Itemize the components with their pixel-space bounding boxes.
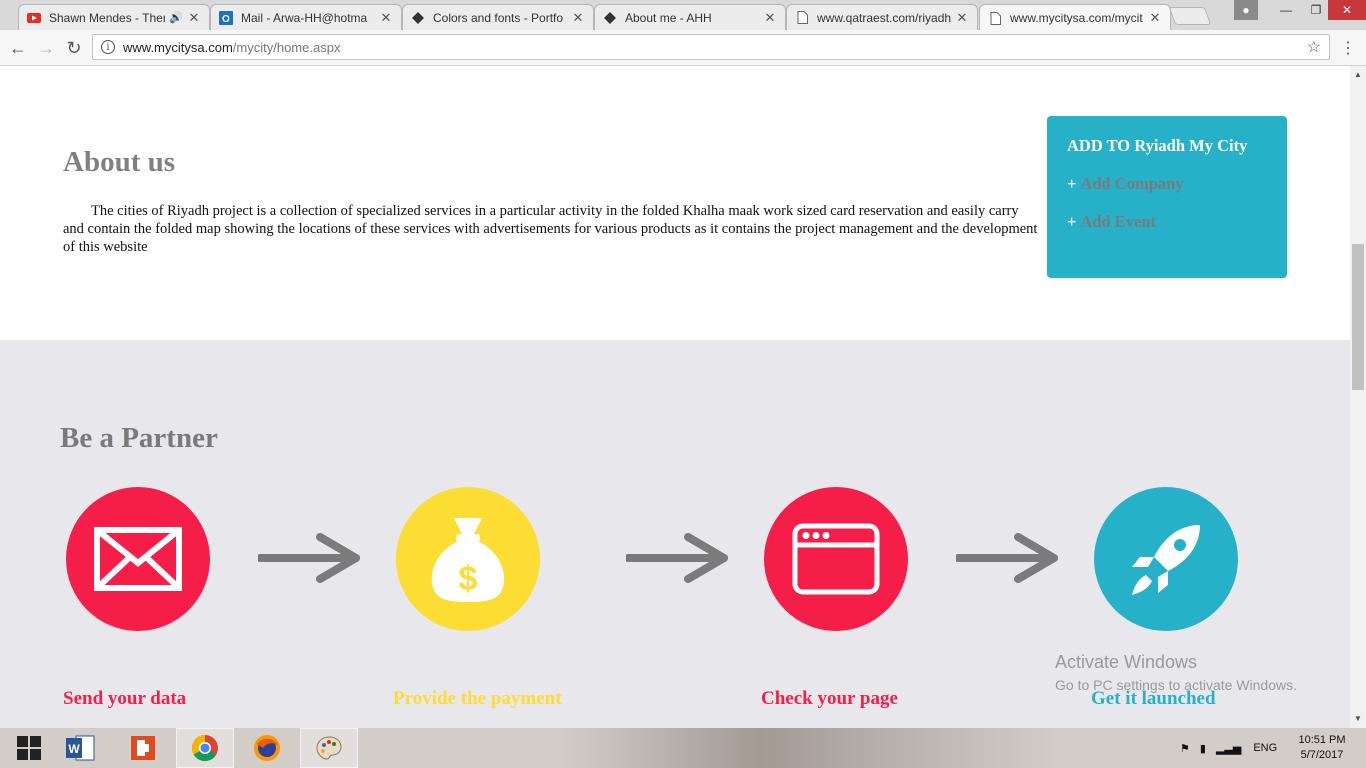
- tab-title: Shawn Mendes - Ther: [49, 10, 166, 25]
- about-title: About us: [63, 146, 176, 178]
- bookmark-star-icon[interactable]: ☆: [1307, 37, 1321, 57]
- taskbar-clock[interactable]: 10:51 PM 5/7/2017: [1290, 733, 1354, 763]
- audio-playing-icon[interactable]: 🔊: [169, 11, 183, 24]
- step-label-check-page: Check your page: [761, 688, 898, 709]
- tab-close-icon[interactable]: ✕: [379, 10, 393, 26]
- add-event-link[interactable]: + Add Event: [1067, 212, 1267, 232]
- rocket-icon: [1132, 525, 1200, 595]
- forward-button[interactable]: →: [34, 36, 58, 60]
- arrow-right-icon: [258, 533, 360, 583]
- partner-title: Be a Partner: [60, 422, 218, 454]
- word-icon: W: [66, 735, 95, 761]
- chrome-menu-icon[interactable]: ⋮: [1340, 38, 1356, 58]
- activate-windows-watermark: Activate Windows Go to PC settings to ac…: [1055, 652, 1297, 693]
- arrow-right-icon: [626, 533, 728, 583]
- url-host: www.mycitysa.com: [123, 39, 233, 55]
- address-bar[interactable]: i www.mycitysa.com/mycity/home.aspx ☆: [92, 34, 1330, 60]
- tab-close-icon[interactable]: ✕: [1148, 10, 1162, 26]
- activate-windows-line2: Go to PC settings to activate Windows.: [1055, 677, 1297, 693]
- back-button[interactable]: ←: [6, 36, 30, 60]
- language-indicator[interactable]: ENG: [1253, 742, 1277, 754]
- vertical-scrollbar[interactable]: ▲ ▼: [1350, 66, 1366, 728]
- network-signal-icon[interactable]: ▂▃▅: [1216, 742, 1241, 755]
- page-icon: [795, 11, 809, 25]
- scroll-up-icon[interactable]: ▲: [1354, 70, 1362, 79]
- paint-palette-icon: [316, 736, 342, 760]
- window-close-button[interactable]: ✕: [1328, 0, 1366, 20]
- system-tray: ⚑ ▮ ▂▃▅ ENG: [1180, 728, 1277, 768]
- send-data-step: [66, 487, 210, 631]
- tab-qatraest[interactable]: www.qatraest.com/riyadh ✕: [786, 4, 978, 30]
- tab-colors-fonts[interactable]: Colors and fonts - Portfo ✕: [402, 4, 594, 30]
- word-taskbar-button[interactable]: W: [52, 728, 110, 768]
- windows-logo-icon: [17, 736, 41, 760]
- add-to-city-box: ADD TO Ryiadh My City + Add Company + Add …: [1047, 116, 1287, 278]
- minimize-button[interactable]: —: [1270, 0, 1302, 20]
- outlook-icon: O: [219, 10, 233, 25]
- office-icon: [131, 736, 155, 760]
- start-button[interactable]: [0, 728, 58, 768]
- step-label-send-data: Send your data: [63, 688, 187, 709]
- office-taskbar-button[interactable]: [114, 728, 172, 768]
- chrome-taskbar-button[interactable]: [176, 728, 234, 768]
- info-icon[interactable]: i: [101, 40, 115, 54]
- tab-mycitysa[interactable]: www.mycitysa.com/mycit ✕: [979, 4, 1171, 31]
- battery-icon[interactable]: ▮: [1200, 742, 1206, 755]
- tab-youtube[interactable]: Shawn Mendes - Ther 🔊 ✕: [18, 4, 210, 30]
- tab-about-me[interactable]: About me - AHH ✕: [594, 4, 786, 30]
- tab-title: www.qatraest.com/riyadh: [817, 10, 951, 25]
- svg-text:W: W: [68, 742, 80, 756]
- step-label-payment: Provide the payment: [393, 688, 562, 709]
- url-path: /mycity/home.aspx: [232, 39, 341, 55]
- action-center-flag-icon[interactable]: ⚑: [1180, 742, 1190, 755]
- new-tab-button[interactable]: [1168, 7, 1212, 25]
- launch-step: [1094, 487, 1238, 631]
- taskbar-wallpaper: [560, 728, 1060, 768]
- tab-title: www.mycitysa.com/mycit: [1010, 11, 1143, 25]
- page-icon: [988, 11, 1002, 25]
- tab-title: About me - AHH: [625, 10, 712, 25]
- clock-time: 10:51 PM: [1298, 734, 1346, 746]
- tab-title: Colors and fonts - Portfo: [433, 10, 564, 25]
- paint-taskbar-button[interactable]: [300, 728, 358, 768]
- reload-button[interactable]: ↻: [62, 36, 86, 60]
- firefox-taskbar-button[interactable]: [238, 728, 296, 768]
- arrow-right-icon: [956, 533, 1058, 583]
- svg-text:$: $: [459, 560, 478, 598]
- scroll-down-icon[interactable]: ▼: [1354, 714, 1362, 723]
- money-bag-icon: $: [431, 518, 505, 602]
- add-box-title: ADD TO Ryiadh My City: [1067, 136, 1248, 155]
- about-text: The cities of Riyadh project is a collec…: [63, 203, 1038, 255]
- add-company-link[interactable]: + Add Company: [1067, 174, 1267, 194]
- firefox-icon: [254, 735, 280, 761]
- activate-windows-line1: Activate Windows: [1055, 652, 1198, 672]
- clock-date: 5/7/2017: [1300, 749, 1344, 761]
- tab-mail[interactable]: O Mail - Arwa-HH@hotma ✕: [210, 4, 402, 30]
- site-icon: [411, 11, 425, 25]
- tab-title: Mail - Arwa-HH@hotma: [241, 10, 368, 25]
- user-profile-icon[interactable]: ●: [1234, 0, 1258, 20]
- payment-step: $: [396, 487, 540, 631]
- chrome-icon: [191, 734, 218, 762]
- tab-close-icon[interactable]: ✕: [571, 10, 585, 26]
- svg-text:O: O: [222, 14, 230, 25]
- envelope-icon: [94, 527, 182, 591]
- tab-close-icon[interactable]: ✕: [955, 10, 969, 26]
- page-viewport: About us The cities of Riyadh project is…: [0, 66, 1350, 728]
- site-icon: [603, 11, 617, 25]
- windows-taskbar: W ⚑ ▮ ▂▃▅ ENG 10:51 PM 5/7/2017: [0, 728, 1366, 768]
- youtube-icon: [27, 11, 41, 25]
- browser-toolbar: ← → ↻ i www.mycitysa.com/mycity/home.asp…: [0, 30, 1366, 66]
- tab-close-icon[interactable]: ✕: [187, 10, 201, 26]
- browser-tab-strip: Shawn Mendes - Ther 🔊 ✕ O Mail - Arwa-HH…: [0, 0, 1366, 31]
- check-page-step: [764, 487, 908, 631]
- tab-close-icon[interactable]: ✕: [763, 10, 777, 26]
- browser-window-icon: [792, 523, 880, 595]
- scrollbar-thumb[interactable]: [1352, 244, 1364, 390]
